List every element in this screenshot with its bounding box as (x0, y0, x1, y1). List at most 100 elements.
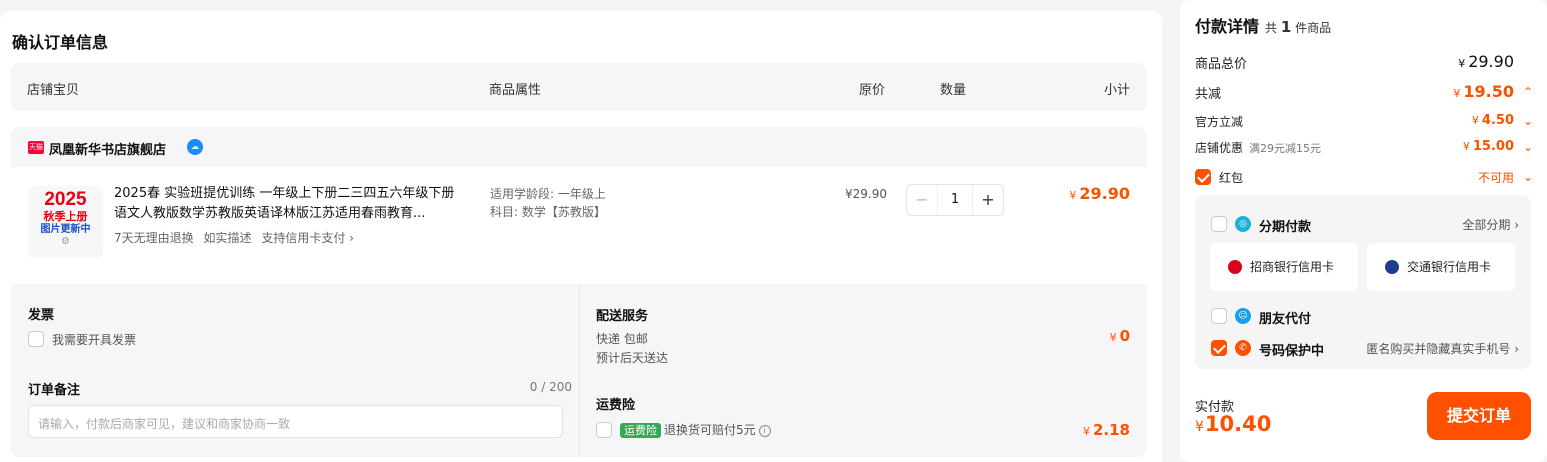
item-thumbnail[interactable]: 2025 秋季上册 图片更新中 ⚙ (28, 186, 103, 258)
red-packet-checkbox[interactable] (1195, 169, 1211, 185)
invoice-option-label[interactable]: 我需要开具发票 (52, 331, 136, 348)
official-discount-value: ¥4.50 (1472, 113, 1514, 128)
installment-icon: ◎ (1235, 216, 1251, 232)
currency-symbol: ¥ (1462, 140, 1470, 153)
original-price: ¥29.90 (845, 187, 887, 201)
item-attr-subject: 科目: 数学【苏教版】 (490, 205, 606, 219)
delivery-insurance-section: 配送服务 快递 包邮 预计后天送达 ¥0 运费险 运费险 退换货可赔付5元 i ¥2… (579, 284, 1147, 457)
info-icon[interactable]: i (758, 424, 771, 437)
tmall-logo-icon: 天猫 (28, 141, 44, 154)
total-amount-value: 10.40 (1204, 412, 1272, 436)
insurance-checkbox[interactable] (596, 422, 612, 438)
friend-pay-checkbox[interactable] (1211, 308, 1227, 324)
goods-total-label: 商品总价 (1195, 57, 1248, 72)
wangwang-chat-icon[interactable]: ☁ (187, 139, 203, 155)
currency-symbol: ¥ (1109, 331, 1117, 344)
subtotal-value: 29.90 (1079, 184, 1130, 203)
installment-label: 分期付款 (1259, 220, 1312, 235)
order-panel: 确认订单信息 店铺宝贝 商品属性 原价 数量 小计 天猫 凤凰新华书店旗舰店 ☁… (0, 11, 1162, 462)
cmb-bank-icon (1228, 260, 1242, 274)
item-row: 2025 秋季上册 图片更新中 ⚙ 2025春 实验班提优训练 一年级上下册二三… (11, 167, 1147, 284)
remark-input[interactable]: 请输入，付款后商家可见，建议和商家协商一致 (28, 405, 563, 438)
chevron-down-icon[interactable]: ⌄ (1523, 170, 1533, 184)
currency-symbol: ¥ (1082, 425, 1090, 438)
increase-quantity-button[interactable]: + (973, 185, 1003, 215)
loading-spinner-icon: ⚙ (61, 236, 70, 247)
shop-header: 天猫 凤凰新华书店旗舰店 ☁ (11, 127, 1147, 167)
discount-amount: 19.50 (1463, 82, 1514, 101)
column-header-original-price: 原价 (859, 83, 886, 98)
submit-order-button[interactable]: 提交订单 (1427, 392, 1531, 440)
currency-symbol: ¥ (1471, 114, 1479, 127)
insurance-text: 退换货可赔付5元 (664, 423, 756, 437)
bank-name: 招商银行信用卡 (1250, 260, 1335, 274)
currency-symbol: ¥ (1458, 57, 1466, 70)
privacy-protection-label: 号码保护中 (1259, 344, 1325, 359)
chevron-down-icon[interactable]: ⌄ (1523, 140, 1533, 154)
remark-title: 订单备注 (28, 383, 81, 398)
thumbnail-subtext: 图片更新中 (40, 224, 91, 235)
insurance-price-value: 2.18 (1092, 421, 1130, 439)
friend-pay-icon: ☺ (1235, 308, 1251, 324)
quantity-input[interactable]: 1 (937, 185, 973, 215)
column-header-attributes: 商品属性 (489, 83, 542, 98)
bocom-credit-card-option[interactable]: 交通银行信用卡 (1367, 243, 1515, 291)
shop-discount-label: 店铺优惠 满29元减15元 (1195, 139, 1321, 156)
item-count-prefix: 共 (1265, 21, 1278, 35)
payment-options-box: ◎ 分期付款 全部分期 › 招商银行信用卡 交通银行信用卡 ☺ 朋友代付 ✆ 号… (1195, 195, 1531, 369)
invoice-remark-section: 发票 我需要开具发票 订单备注 0 / 200 请输入，付款后商家可见，建议和商… (11, 284, 578, 457)
official-discount-amount: 4.50 (1481, 113, 1514, 128)
friend-pay-label: 朋友代付 (1259, 312, 1312, 327)
currency-symbol: ¥ (1453, 87, 1461, 100)
item-count: 共 1 件商品 (1265, 18, 1332, 36)
goods-total-value: ¥29.90 (1458, 52, 1514, 71)
cmb-credit-card-option[interactable]: 招商银行信用卡 (1210, 243, 1358, 291)
invoice-checkbox[interactable] (28, 331, 44, 347)
chevron-down-icon[interactable]: ⌄ (1523, 114, 1533, 128)
red-packet-value: 不可用 (1477, 171, 1514, 185)
order-table-header: 店铺宝贝 商品属性 原价 数量 小计 (11, 63, 1147, 111)
installment-checkbox[interactable] (1211, 216, 1227, 232)
insurance-price: ¥2.18 (1083, 421, 1130, 439)
item-service-tags: 7天无理由退换 如实描述 支持信用卡支付 › (114, 229, 360, 246)
item-attr-grade: 适用学龄段: 一年级上 (490, 187, 606, 201)
payment-title-text: 付款详情 (1195, 17, 1260, 36)
bank-name: 交通银行信用卡 (1407, 260, 1492, 274)
payment-title: 付款详情共 1 件商品 (1195, 13, 1331, 37)
shop-discount-amount: 15.00 (1472, 139, 1514, 154)
collapse-discount-icon[interactable]: ⌃ (1523, 85, 1533, 99)
service-tag: 如实描述 (203, 231, 252, 245)
page-title: 确认订单信息 (12, 33, 109, 52)
thumbnail-year: 2025 (44, 189, 87, 210)
bocom-bank-icon (1385, 260, 1399, 274)
delivery-price-value: 0 (1119, 327, 1130, 345)
invoice-title: 发票 (28, 308, 55, 323)
insurance-option[interactable]: 运费险 退换货可赔付5元 i (620, 421, 771, 438)
item-count-suffix: 件商品 (1295, 21, 1332, 35)
insurance-title: 运费险 (596, 398, 636, 413)
goods-total-amount: 29.90 (1468, 52, 1514, 71)
total-amount: ¥10.40 (1195, 412, 1271, 436)
item-title-link[interactable]: 2025春 实验班提优训练 一年级上下册二三四五六年级下册语文人教版数学苏教版英… (114, 184, 466, 224)
official-discount-label: 官方立减 (1195, 115, 1244, 129)
service-tag-link[interactable]: 支持信用卡支付 › (261, 231, 354, 245)
shop-discount-value: ¥15.00 (1463, 139, 1514, 154)
thumbnail-text: 秋季上册 (43, 210, 88, 223)
remark-char-counter: 0 / 200 (529, 380, 572, 394)
currency-symbol: ¥ (1195, 419, 1204, 435)
privacy-protection-checkbox[interactable] (1211, 340, 1227, 356)
decrease-quantity-button[interactable]: − (907, 185, 937, 215)
delivery-eta: 预计后天送达 (596, 351, 669, 365)
shop-name-link[interactable]: 凤凰新华书店旗舰店 (49, 139, 166, 158)
discount-value: ¥19.50 (1453, 82, 1514, 101)
discount-label: 共减 (1195, 87, 1222, 102)
payment-details-panel: 付款详情共 1 件商品 商品总价 ¥29.90 共减 ¥19.50 ⌃ 官方立减… (1180, 0, 1547, 462)
installment-options-link[interactable]: 全部分期 › (1462, 216, 1519, 233)
delivery-title: 配送服务 (596, 309, 649, 324)
delivery-price: ¥0 (1110, 327, 1130, 345)
service-tag: 7天无理由退换 (114, 231, 194, 245)
privacy-protection-link[interactable]: 匿名购买并隐藏真实手机号 › (1366, 340, 1519, 357)
red-packet-label: 红包 (1219, 171, 1244, 185)
column-header-quantity: 数量 (940, 83, 967, 98)
currency-symbol: ¥ (1069, 189, 1077, 202)
